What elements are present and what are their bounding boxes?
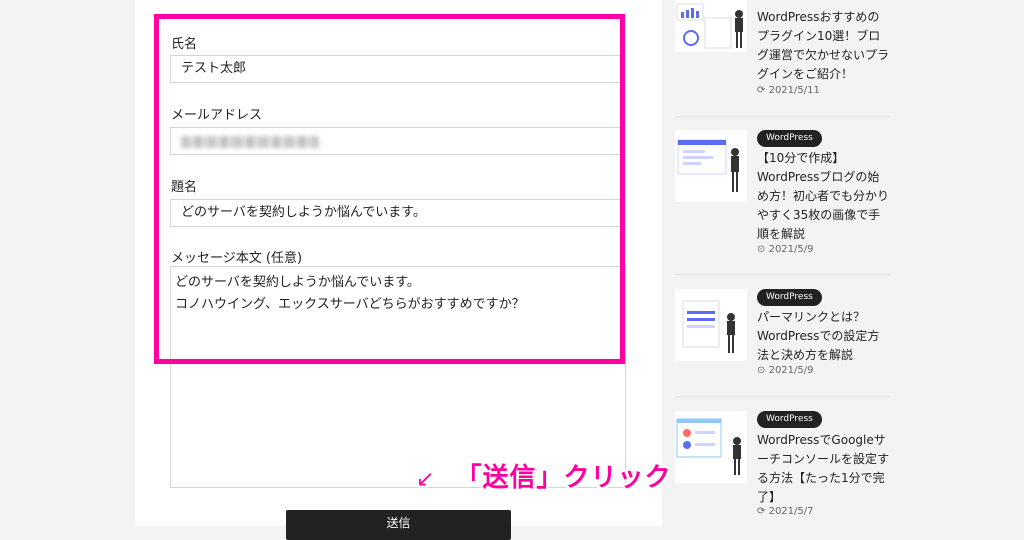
divider xyxy=(675,116,890,117)
annotation-text: 「送信」クリック xyxy=(455,463,672,493)
message-label: メッセージ本文 (任意) xyxy=(171,251,303,266)
sidebar-post[interactable]: WordPress 【10分で作成】WordPressブログの始め方！初心者でも… xyxy=(675,130,890,265)
post-title[interactable]: 【10分で作成】WordPressブログの始め方！初心者でも分かりやすく35枚の… xyxy=(757,149,889,244)
divider xyxy=(675,396,890,397)
click-annotation: ↙ 「送信」クリック xyxy=(416,457,671,494)
post-date: ⟳ 2021/5/7 xyxy=(757,506,814,517)
category-badge[interactable]: WordPress xyxy=(757,411,822,428)
clock-icon: ⊙ xyxy=(757,244,766,255)
post-thumbnail[interactable] xyxy=(675,289,747,361)
email-label: メールアドレス xyxy=(171,108,263,123)
email-field[interactable] xyxy=(170,127,625,155)
post-title[interactable]: パーマリンクとは？WordPressでの設定方法と決め方を解説 xyxy=(757,308,889,365)
post-title[interactable]: WordPressおすすめのプラグイン10選！ブログ運営で欠かせないプラグインを… xyxy=(757,8,889,84)
post-date: ⊙ 2021/5/9 xyxy=(757,244,814,255)
refresh-icon: ⟳ xyxy=(757,85,766,96)
post-thumbnail[interactable] xyxy=(675,411,747,483)
send-button[interactable]: 送信 xyxy=(286,510,511,540)
arrow-icon: ↙ xyxy=(416,467,436,492)
blurred-email-value xyxy=(181,136,319,148)
name-label: 氏名 xyxy=(171,37,198,52)
subject-field[interactable]: どのサーバを契約しようか悩んでいます。 xyxy=(170,199,625,227)
sidebar-post[interactable]: WordPressおすすめのプラグイン10選！ブログ運営で欠かせないプラグインを… xyxy=(675,0,890,102)
divider xyxy=(675,274,890,275)
category-badge[interactable]: WordPress xyxy=(757,130,822,147)
post-title[interactable]: WordPressでGoogleサーチコンソールを設定する方法【たった1分で完了… xyxy=(757,431,889,507)
subject-label: 題名 xyxy=(171,180,198,195)
post-date: ⟳ 2021/5/11 xyxy=(757,85,820,96)
name-field[interactable]: テスト太郎 xyxy=(170,55,625,83)
post-date: ⊙ 2021/5/9 xyxy=(757,365,814,376)
message-line: コノハウイング、エックスサーバどちらがおすすめですか？ xyxy=(175,297,525,312)
clock-icon: ⊙ xyxy=(757,365,766,376)
category-badge[interactable]: WordPress xyxy=(757,289,822,306)
message-line: どのサーバを契約しようか悩んでいます。 xyxy=(175,275,420,290)
refresh-icon: ⟳ xyxy=(757,506,766,517)
sidebar-post[interactable]: WordPress WordPressでGoogleサーチコンソールを設定する方… xyxy=(675,411,890,526)
sidebar-post[interactable]: WordPress パーマリンクとは？WordPressでの設定方法と決め方を解… xyxy=(675,289,890,389)
post-thumbnail[interactable] xyxy=(675,130,747,202)
post-thumbnail[interactable] xyxy=(675,0,747,52)
message-textarea[interactable]: どのサーバを契約しようか悩んでいます。 コノハウイング、エックスサーバどちらがお… xyxy=(170,266,626,488)
